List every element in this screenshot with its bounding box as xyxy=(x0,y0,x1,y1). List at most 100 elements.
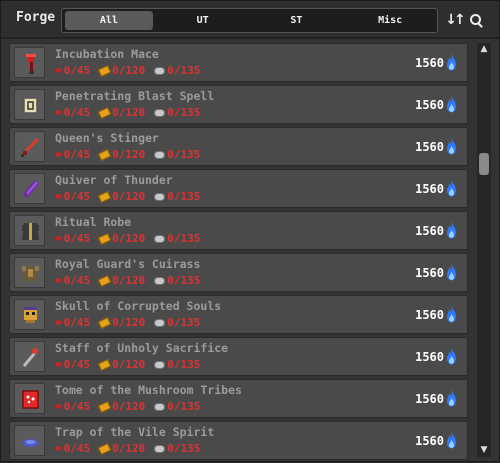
item-name: Tome of the Mushroom Tribes xyxy=(55,383,242,397)
list-item[interactable]: Tome of the Mushroom Tribes ❤ 0/45 0/120 0/1… xyxy=(9,379,468,418)
list-item[interactable]: Quiver of Thunder ❤ 0/45 0/120 0/135 1560 xyxy=(9,169,468,208)
fiber-cost: 0/135 xyxy=(154,64,200,77)
gold-cost: 0/120 xyxy=(97,106,146,119)
item-name: Trap of the Vile Spirit xyxy=(55,425,215,439)
trap-icon xyxy=(22,439,39,447)
scroll-down-arrow-icon[interactable]: ▼ xyxy=(479,446,489,455)
dagger-icon xyxy=(21,138,39,157)
gold-cost-value: 0/120 xyxy=(112,106,146,119)
life-cost-value: 0/45 xyxy=(63,232,91,245)
item-icon-frame xyxy=(14,299,45,330)
item-costs: ❤ 0/45 0/120 0/135 xyxy=(55,148,209,161)
skull-icon xyxy=(24,307,37,323)
header-bar: Forge All UT ST Misc ↓↑ xyxy=(1,1,499,39)
life-cost: ❤ 0/45 xyxy=(55,64,90,77)
gold-icon xyxy=(97,443,112,455)
gold-icon xyxy=(97,233,112,245)
item-icon-frame xyxy=(14,257,45,288)
heart-icon: ❤ xyxy=(55,148,62,161)
tab-misc[interactable]: Misc xyxy=(343,9,437,32)
fiber-cost-value: 0/135 xyxy=(167,148,201,161)
list-item[interactable]: Skull of Corrupted Souls ❤ 0/45 0/120 0/135 1… xyxy=(9,295,468,334)
fiber-icon xyxy=(154,150,166,159)
gold-icon xyxy=(97,191,112,203)
item-costs: ❤ 0/45 0/120 0/135 xyxy=(55,64,209,77)
flame-currency-icon xyxy=(447,390,456,407)
fiber-cost: 0/135 xyxy=(154,316,200,329)
item-icon-frame xyxy=(14,383,45,414)
tab-ut[interactable]: UT xyxy=(156,9,250,32)
fiber-cost: 0/135 xyxy=(154,442,200,455)
gold-cost-value: 0/120 xyxy=(112,190,146,203)
life-cost-value: 0/45 xyxy=(63,442,91,455)
tab-st[interactable]: ST xyxy=(250,9,344,32)
gold-cost-value: 0/120 xyxy=(112,316,146,329)
item-costs: ❤ 0/45 0/120 0/135 xyxy=(55,316,209,329)
fiber-icon xyxy=(154,318,166,327)
life-cost: ❤ 0/45 xyxy=(55,274,90,287)
gold-cost: 0/120 xyxy=(97,358,146,371)
item-name: Ritual Robe xyxy=(55,215,132,229)
heart-icon: ❤ xyxy=(55,232,62,245)
gold-icon xyxy=(97,359,112,371)
price-value: 1560 xyxy=(415,265,444,280)
heart-icon: ❤ xyxy=(55,442,62,455)
life-cost: ❤ 0/45 xyxy=(55,232,90,245)
flame-currency-icon xyxy=(447,222,456,239)
filter-tabs: All UT ST Misc xyxy=(61,8,438,33)
search-icon[interactable] xyxy=(467,11,485,29)
gold-cost: 0/120 xyxy=(97,400,145,413)
tab-label: ST xyxy=(290,15,303,26)
forge-window: Forge All UT ST Misc ↓↑ Incubation Mace ❤… xyxy=(0,0,500,462)
list-item[interactable]: Staff of Unholy Sacrifice ❤ 0/45 0/120 0/135… xyxy=(9,337,468,376)
sort-arrows-icon[interactable]: ↓↑ xyxy=(445,11,465,29)
flame-currency-icon xyxy=(447,96,456,113)
flame-currency-icon xyxy=(447,138,456,155)
gold-cost: 0/120 xyxy=(97,232,145,245)
gold-cost: 0/120 xyxy=(97,64,145,77)
life-cost: ❤ 0/45 xyxy=(55,442,90,455)
item-price: 1560 xyxy=(415,390,457,407)
list-item[interactable]: Incubation Mace ❤ 0/45 0/120 0/135 1560 xyxy=(9,43,468,82)
price-value: 1560 xyxy=(415,349,444,364)
item-costs: ❤ 0/45 0/120 0/135 xyxy=(55,190,209,203)
price-value: 1560 xyxy=(415,139,444,154)
item-name: Skull of Corrupted Souls xyxy=(55,299,222,313)
fiber-cost-value: 0/135 xyxy=(167,274,201,287)
tab-all[interactable]: All xyxy=(62,9,156,32)
price-value: 1560 xyxy=(415,433,444,448)
flame-currency-icon xyxy=(447,180,456,197)
scroll-up-arrow-icon[interactable]: ▲ xyxy=(479,45,489,54)
item-costs: ❤ 0/45 0/120 0/135 xyxy=(55,400,209,413)
list-item[interactable]: Ritual Robe ❤ 0/45 0/120 0/135 1560 xyxy=(9,211,468,250)
item-price: 1560 xyxy=(415,264,457,281)
gold-icon xyxy=(97,401,112,413)
tab-label: All xyxy=(99,15,118,26)
item-price: 1560 xyxy=(415,348,457,365)
life-cost-value: 0/45 xyxy=(63,400,91,413)
life-cost: ❤ 0/45 xyxy=(55,148,90,161)
item-costs: ❤ 0/45 0/120 0/135 xyxy=(55,232,209,245)
scrollbar[interactable]: ▲ ▼ xyxy=(477,43,491,457)
gold-icon xyxy=(97,107,112,119)
list-item[interactable]: Penetrating Blast Spell ❤ 0/45 0/120 0/135 15… xyxy=(9,85,468,124)
fiber-cost-value: 0/135 xyxy=(167,232,201,245)
gold-icon xyxy=(97,65,112,77)
fiber-cost-value: 0/135 xyxy=(167,64,201,77)
fiber-icon xyxy=(154,234,166,243)
price-value: 1560 xyxy=(415,223,444,238)
gold-cost-value: 0/120 xyxy=(112,358,146,371)
spell-icon xyxy=(23,97,38,114)
list-item[interactable]: Queen's Stinger ❤ 0/45 0/120 0/135 1560 xyxy=(9,127,468,166)
item-price: 1560 xyxy=(415,432,457,449)
life-cost-value: 0/45 xyxy=(63,148,91,161)
gold-cost-value: 0/120 xyxy=(112,274,146,287)
scroll-thumb[interactable] xyxy=(479,153,489,175)
flame-currency-icon xyxy=(447,264,456,281)
life-cost-value: 0/45 xyxy=(63,106,91,119)
list-item[interactable]: Trap of the Vile Spirit ❤ 0/45 0/120 0/135 15… xyxy=(9,421,468,460)
fiber-icon xyxy=(154,108,166,117)
flame-currency-icon xyxy=(447,348,456,365)
gold-icon xyxy=(97,149,112,161)
list-item[interactable]: Royal Guard's Cuirass ❤ 0/45 0/120 0/135 1560 xyxy=(9,253,468,292)
